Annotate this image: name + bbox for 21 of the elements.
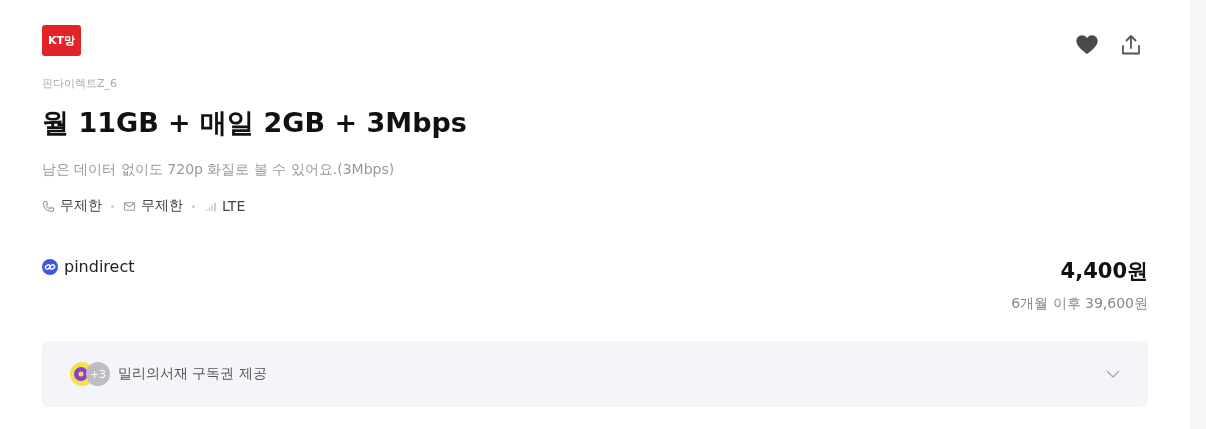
favorite-button[interactable] bbox=[1074, 33, 1100, 57]
more-count: +3 bbox=[86, 362, 110, 386]
feature-label: LTE bbox=[222, 198, 246, 214]
mail-icon bbox=[123, 199, 136, 213]
phone-icon bbox=[42, 199, 55, 213]
feature-label: 무제한 bbox=[60, 197, 102, 215]
link-logo-icon bbox=[42, 258, 58, 275]
seller-name: pindirect bbox=[64, 257, 135, 276]
network-badge: KT망 bbox=[42, 25, 82, 56]
share-icon bbox=[1120, 34, 1142, 56]
plan-code: 핀다이렉트Z_6 bbox=[42, 76, 118, 91]
later-price: 6개월 이후 39,600원 bbox=[1011, 295, 1148, 313]
feature-label: 무제한 bbox=[141, 197, 183, 215]
plan-title: 월 11GB + 매일 2GB + 3Mbps bbox=[42, 106, 467, 140]
chevron-icon bbox=[1106, 370, 1120, 378]
price: 4,400원 bbox=[1060, 258, 1148, 285]
benefit-dropdown[interactable]: +3 밀리의서재 구독권 제공 bbox=[42, 341, 1148, 407]
separator-dot bbox=[192, 204, 195, 208]
plan-description: 남은 데이터 없이도 720p 화질로 볼 수 있어요.(3Mbps) bbox=[42, 161, 395, 179]
heart-icon bbox=[1076, 35, 1098, 55]
separator-dot bbox=[111, 204, 114, 208]
